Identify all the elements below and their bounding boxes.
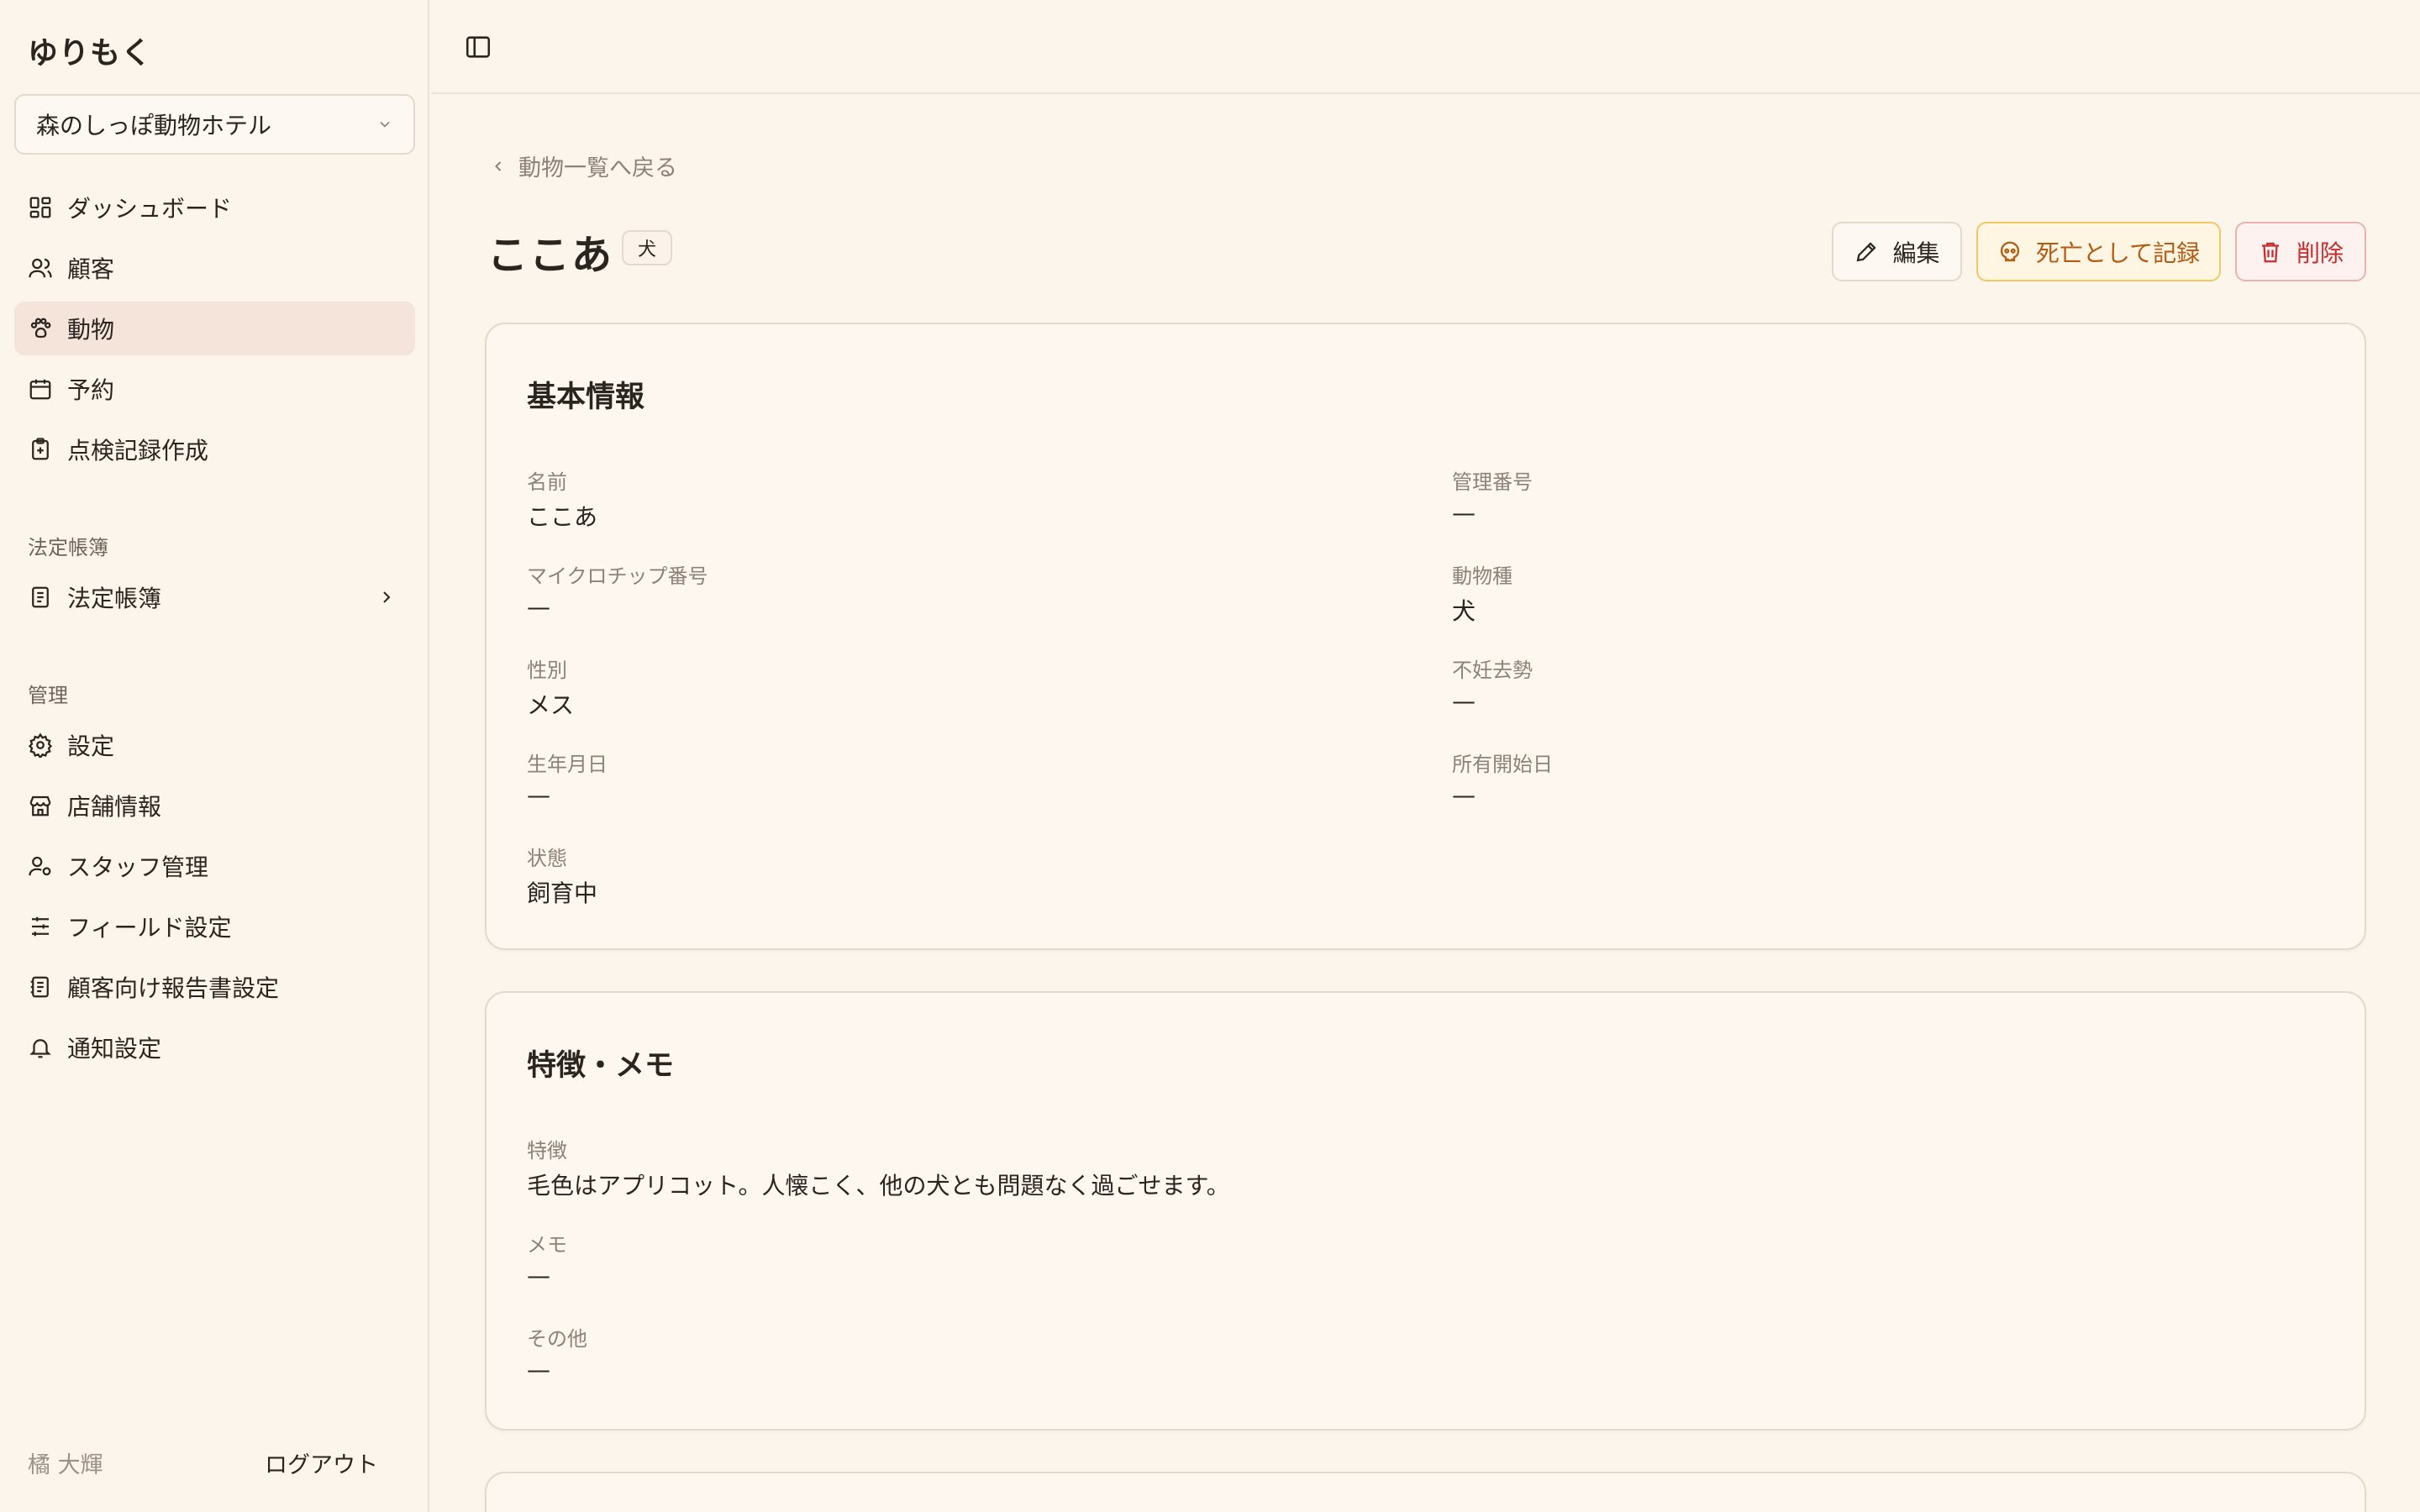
clipboard-icon: [32, 438, 49, 460]
field-label: マイクロチップ番号: [527, 564, 708, 588]
topbar: [431, 0, 2420, 94]
edit-button-label: 編集: [1892, 239, 1940, 267]
sidebar-item-label: 通知設定: [67, 1035, 162, 1063]
dashboard-icon: [29, 197, 51, 218]
page-title: ここあ: [487, 232, 614, 279]
field-label: 特徴: [527, 1139, 567, 1163]
field-value: 毛色はアプリコット。人懐こく、他の犬とも問題なく過ごせます。: [527, 1172, 1230, 1200]
sidebar-item-label: フィールド設定: [67, 914, 232, 942]
sidebar-item-label: 点検記録作成: [67, 437, 209, 465]
sidebar-item-settings[interactable]: 設定: [14, 718, 415, 772]
pencil-icon: [1857, 241, 1877, 261]
back-link[interactable]: 動物一覧へ戻る: [490, 150, 677, 182]
sidebar-item-inspection[interactable]: 点検記録作成: [14, 423, 415, 476]
field-label: 状態: [527, 847, 567, 870]
logout-button[interactable]: ログアウト: [265, 1446, 378, 1479]
sidebar-item-label: 顧客向け報告書設定: [67, 974, 280, 1002]
field-label: その他: [527, 1327, 587, 1351]
sidebar-item-animals[interactable]: 動物: [14, 302, 415, 355]
sliders-icon: [32, 916, 49, 937]
chevron-right-icon: [383, 591, 391, 603]
field-value: —: [1452, 687, 1476, 715]
sidebar-item-label: 店舗情報: [67, 793, 162, 821]
field-value: 飼育中: [527, 879, 598, 907]
gear-icon: [28, 732, 53, 758]
field-value: 犬: [1452, 597, 1476, 625]
paw-icon: [30, 318, 51, 339]
users-icon: [29, 258, 52, 278]
field-label: 動物種: [1452, 564, 1512, 588]
store-icon: [29, 795, 51, 816]
card-title: 基本情報: [527, 381, 645, 414]
section-label-ledger: 法定帳簿: [28, 536, 108, 559]
sidebar-item-label: スタッフ管理: [67, 853, 209, 881]
back-link-label: 動物一覧へ戻る: [518, 155, 677, 181]
calendar-icon: [29, 379, 51, 400]
sidebar-item-field-settings[interactable]: フィールド設定: [14, 900, 415, 953]
section-label-admin: 管理: [28, 684, 68, 707]
delete-button-label: 削除: [2296, 239, 2344, 267]
field-value: —: [527, 1356, 550, 1383]
field-label: 管理番号: [1452, 470, 1533, 494]
next-card: [485, 1472, 2366, 1512]
chevron-down-icon: [380, 121, 390, 128]
brand-logo: ゆりもく: [28, 36, 153, 71]
field-value: —: [527, 1262, 550, 1289]
field-value: メス: [527, 691, 575, 719]
field-value: —: [1452, 781, 1476, 809]
record-death-button[interactable]: 死亡として記録: [1976, 222, 2221, 281]
sidebar-item-label: ダッシュボード: [67, 195, 233, 223]
store-select[interactable]: 森のしっぽ動物ホテル: [14, 94, 415, 155]
sidebar-item-store-info[interactable]: 店舗情報: [14, 779, 415, 832]
report-icon: [30, 976, 49, 998]
sidebar-item-label: 予約: [67, 376, 115, 404]
basic-info-card: 基本情報 名前 ここあ 管理番号 — マイクロチップ番号 — 動物種 犬 性別 …: [485, 323, 2366, 950]
sidebar-item-label: 設定: [67, 732, 115, 760]
sidebar-item-label: 動物: [67, 316, 115, 344]
sidebar-item-report-settings[interactable]: 顧客向け報告書設定: [14, 960, 415, 1014]
field-label: 所有開始日: [1452, 753, 1553, 776]
sidebar-item-ledger[interactable]: 法定帳簿: [14, 570, 415, 624]
sidebar-item-customers[interactable]: 顧客: [14, 241, 415, 295]
edit-button[interactable]: 編集: [1832, 222, 1962, 281]
notes-card: 特徴・メモ 特徴 毛色はアプリコット。人懐こく、他の犬とも問題なく過ごせます。 …: [485, 991, 2366, 1431]
sidebar-item-dashboard[interactable]: ダッシュボード: [14, 181, 415, 234]
sidebar-item-reservations[interactable]: 予約: [14, 362, 415, 416]
store-select-value: 森のしっぽ動物ホテル: [36, 112, 272, 139]
field-value: ここあ: [527, 503, 598, 531]
sidebar-item-staff[interactable]: スタッフ管理: [14, 839, 415, 893]
field-value: —: [527, 781, 550, 809]
sidebar-toggle-icon[interactable]: [464, 33, 492, 61]
trash-icon: [2261, 242, 2279, 262]
bell-icon: [29, 1039, 51, 1058]
sidebar-item-label: 法定帳簿: [67, 585, 162, 612]
skull-icon: [2000, 241, 2020, 261]
sidebar-item-label: 顧客: [67, 255, 115, 283]
field-value: —: [527, 593, 550, 621]
record-death-button-label: 死亡として記録: [2035, 239, 2201, 267]
card-title: 特徴・メモ: [527, 1049, 675, 1083]
current-user-name: 橘 大輝: [28, 1452, 103, 1478]
sidebar: ゆりもく 森のしっぽ動物ホテル ダッシュボード 顧客 動物 予約 点検記録作成 …: [0, 0, 429, 1512]
field-value: —: [1452, 499, 1476, 527]
user-settings-icon: [29, 856, 51, 876]
field-label: 性別: [527, 659, 567, 682]
delete-button[interactable]: 削除: [2235, 222, 2366, 281]
field-label: メモ: [527, 1233, 567, 1257]
sidebar-item-notifications[interactable]: 通知設定: [14, 1021, 415, 1074]
chevron-left-icon: [495, 160, 502, 171]
book-icon: [32, 586, 49, 608]
app-window: ゆりもく 森のしっぽ動物ホテル ダッシュボード 顧客 動物 予約 点検記録作成 …: [0, 0, 2420, 1512]
field-label: 生年月日: [527, 753, 608, 776]
field-label: 名前: [527, 470, 567, 494]
field-label: 不妊去勢: [1452, 659, 1533, 682]
species-badge: 犬: [622, 230, 672, 265]
